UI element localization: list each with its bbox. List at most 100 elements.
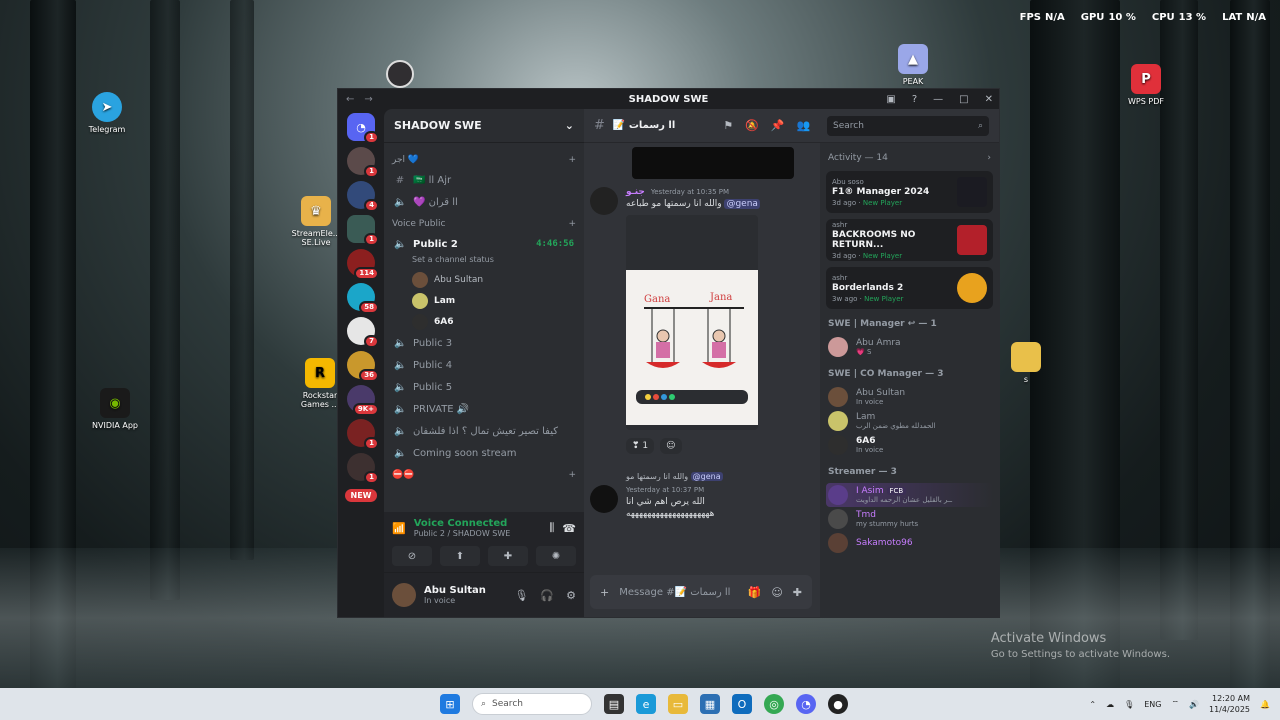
server-icon[interactable]: 114 [347, 249, 379, 280]
voice-user[interactable]: Abu Sultan [390, 269, 578, 290]
server-icon[interactable]: 9K+ [347, 385, 379, 416]
reply-preview[interactable]: والله انا رسمتها مو @gena [626, 472, 820, 481]
store-icon[interactable]: ▦ [700, 694, 720, 714]
avatar[interactable] [590, 485, 618, 513]
server-icon[interactable]: 7 [347, 317, 379, 348]
channel-quran[interactable]: 🔈 💜 قران ll [390, 191, 578, 213]
channel-ajr[interactable]: # 🇸🇦 ll Ajr [390, 169, 578, 191]
activity-card[interactable]: Abu soso F1® Manager 2024 3d ago · New P… [826, 171, 993, 213]
member-item[interactable]: 6A6 In voice [826, 433, 993, 457]
voice-user[interactable]: 6A6 [390, 311, 578, 332]
server-icon[interactable]: 1 [347, 453, 379, 484]
language-indicator[interactable]: ENG [1144, 700, 1161, 709]
maximize-button[interactable]: □ [959, 94, 968, 105]
category-voice-public[interactable]: Voice Public + [392, 219, 576, 229]
server-icon[interactable]: 58 [347, 283, 379, 314]
windows-start-icon[interactable]: ⊞ [440, 694, 460, 714]
activity-header[interactable]: Activity — 14 › [828, 153, 991, 163]
server-icon[interactable]: 36 [347, 351, 379, 382]
notification-icon[interactable]: 🔔 [1260, 700, 1270, 709]
gift-icon[interactable]: 🎁 [748, 586, 762, 599]
chevron-up-icon[interactable]: ⌃ [1089, 700, 1096, 709]
file-explorer-icon[interactable]: ▭ [668, 694, 688, 714]
camera-off-button[interactable]: ⊘ [392, 546, 432, 566]
chrome-icon[interactable]: ◎ [764, 694, 784, 714]
edge-icon[interactable]: e [636, 694, 656, 714]
member-item[interactable]: Abu Amra 💗 S [826, 335, 993, 359]
activity-card[interactable]: ashr Borderlands 2 3w ago · New Player [826, 267, 993, 309]
channel-status-hint[interactable]: Set a channel status [390, 255, 578, 269]
desktop-icon-wps[interactable]: P WPS PDF [1114, 64, 1178, 106]
server-icon[interactable]: 1 [347, 419, 379, 450]
direct-messages-button[interactable]: ◔ 1 [347, 113, 379, 144]
noise-suppression-icon[interactable]: ⫼ [549, 521, 554, 535]
soundboard-button[interactable]: ✺ [536, 546, 576, 566]
category-ajr[interactable]: اجر 💙 + [392, 155, 576, 165]
minimize-button[interactable]: — [933, 94, 943, 105]
obs-icon[interactable] [386, 60, 414, 88]
discord-icon[interactable]: ◔ [796, 694, 816, 714]
avatar[interactable] [392, 583, 416, 607]
add-reaction-button[interactable]: ☺ [660, 438, 682, 454]
desktop-icon-nvidia[interactable]: ◉ NVIDIA App [83, 388, 147, 430]
desktop-icon-telegram[interactable]: ➤ Telegram [75, 92, 139, 134]
server-icon[interactable]: 1 [347, 215, 379, 246]
help-icon[interactable]: ? [912, 94, 917, 105]
reaction-heart[interactable]: ❣ 1 [626, 438, 655, 454]
plus-icon[interactable]: + [600, 586, 609, 599]
voice-user[interactable]: Lam [390, 290, 578, 311]
server-icon[interactable]: 4 [347, 181, 379, 212]
task-view-icon[interactable]: ▤ [604, 694, 624, 714]
pin-icon[interactable]: 📌 [771, 119, 785, 132]
add-channel-icon[interactable]: + [568, 470, 576, 480]
wifi-icon[interactable]: ⌔ [1172, 699, 1180, 709]
volume-icon[interactable]: 🔊 [1189, 700, 1199, 709]
image-attachment[interactable] [632, 147, 794, 179]
disconnect-icon[interactable]: ☎ [562, 522, 576, 535]
member-item[interactable]: Abu Sultan In voice [826, 385, 993, 409]
server-header[interactable]: SHADOW SWE ⌄ [384, 109, 584, 143]
emoji-icon[interactable]: ☺ [771, 586, 782, 599]
message-composer[interactable]: + Message #📝 رسمات ll 🎁 ☺ ✚ [590, 575, 812, 609]
network-tray-icon[interactable]: ☁ [1106, 700, 1114, 709]
member-item[interactable]: Sakamoto96 [826, 531, 993, 555]
threads-icon[interactable]: ⚑ [723, 119, 733, 132]
drawing-image[interactable]: Gana Jana [626, 215, 758, 430]
desktop-icon-folder[interactable]: s [994, 342, 1058, 384]
channel-public-2[interactable]: 🔈 Public 2 4:46:56 [390, 233, 578, 255]
mute-icon[interactable]: 🔕 [745, 119, 759, 132]
member-item[interactable]: Tmd my stummy hurts [826, 507, 993, 531]
microphone-tray-icon[interactable]: 🎙 [1124, 700, 1134, 709]
signal-icon[interactable]: 📶 [392, 522, 406, 535]
desktop-icon-peak[interactable]: ▲ PEAK [881, 44, 945, 86]
category-last[interactable]: ⛔⛔ + [392, 470, 576, 480]
outlook-icon[interactable]: O [732, 694, 752, 714]
add-channel-icon[interactable]: + [568, 219, 576, 229]
channel-public-5[interactable]: 🔈 Public 5 [390, 376, 578, 398]
channel-coming-soon[interactable]: 🔈 Coming soon stream [390, 442, 578, 464]
channel-private[interactable]: 🔈 PRIVATE 🔊 [390, 398, 578, 420]
search-input[interactable]: Search ⌕ [827, 115, 989, 136]
close-button[interactable]: ✕ [985, 94, 993, 105]
screen-share-button[interactable]: ⬆ [440, 546, 480, 566]
channel-arabic[interactable]: 🔈 كيفا تصير تعيش تمال ؟ اذا فلشفان [390, 420, 578, 442]
headphones-icon[interactable]: 🎧 [540, 589, 554, 602]
add-channel-icon[interactable]: + [568, 155, 576, 165]
channel-public-4[interactable]: 🔈 Public 4 [390, 354, 578, 376]
activities-button[interactable]: ✚ [488, 546, 528, 566]
member-item[interactable]: I Asim FCB ــر بالقليل عشان الرحمه الداوي… [826, 483, 993, 507]
obs-taskbar-icon[interactable]: ● [828, 694, 848, 714]
microphone-icon[interactable]: 🎙 [514, 589, 528, 602]
members-icon[interactable]: 👥 [797, 119, 811, 132]
activity-card[interactable]: ashr BACKROOMS NO RETURN... 3d ago · New… [826, 219, 993, 261]
server-icon[interactable]: 1 [347, 147, 379, 178]
member-item[interactable]: Lam الحمدلله مطوي ضمن الرب [826, 409, 993, 433]
inbox-icon[interactable]: ▣ [886, 94, 895, 105]
taskbar-clock[interactable]: 12:20 AM 11/4/2025 [1209, 693, 1250, 715]
new-servers-button[interactable]: NEW [344, 489, 378, 502]
channel-public-3[interactable]: 🔈 Public 3 [390, 332, 578, 354]
avatar[interactable] [590, 187, 618, 215]
taskbar-search[interactable]: ⌕ Search [472, 693, 592, 715]
apps-icon[interactable]: ✚ [793, 586, 802, 599]
gear-icon[interactable]: ⚙ [566, 589, 576, 602]
